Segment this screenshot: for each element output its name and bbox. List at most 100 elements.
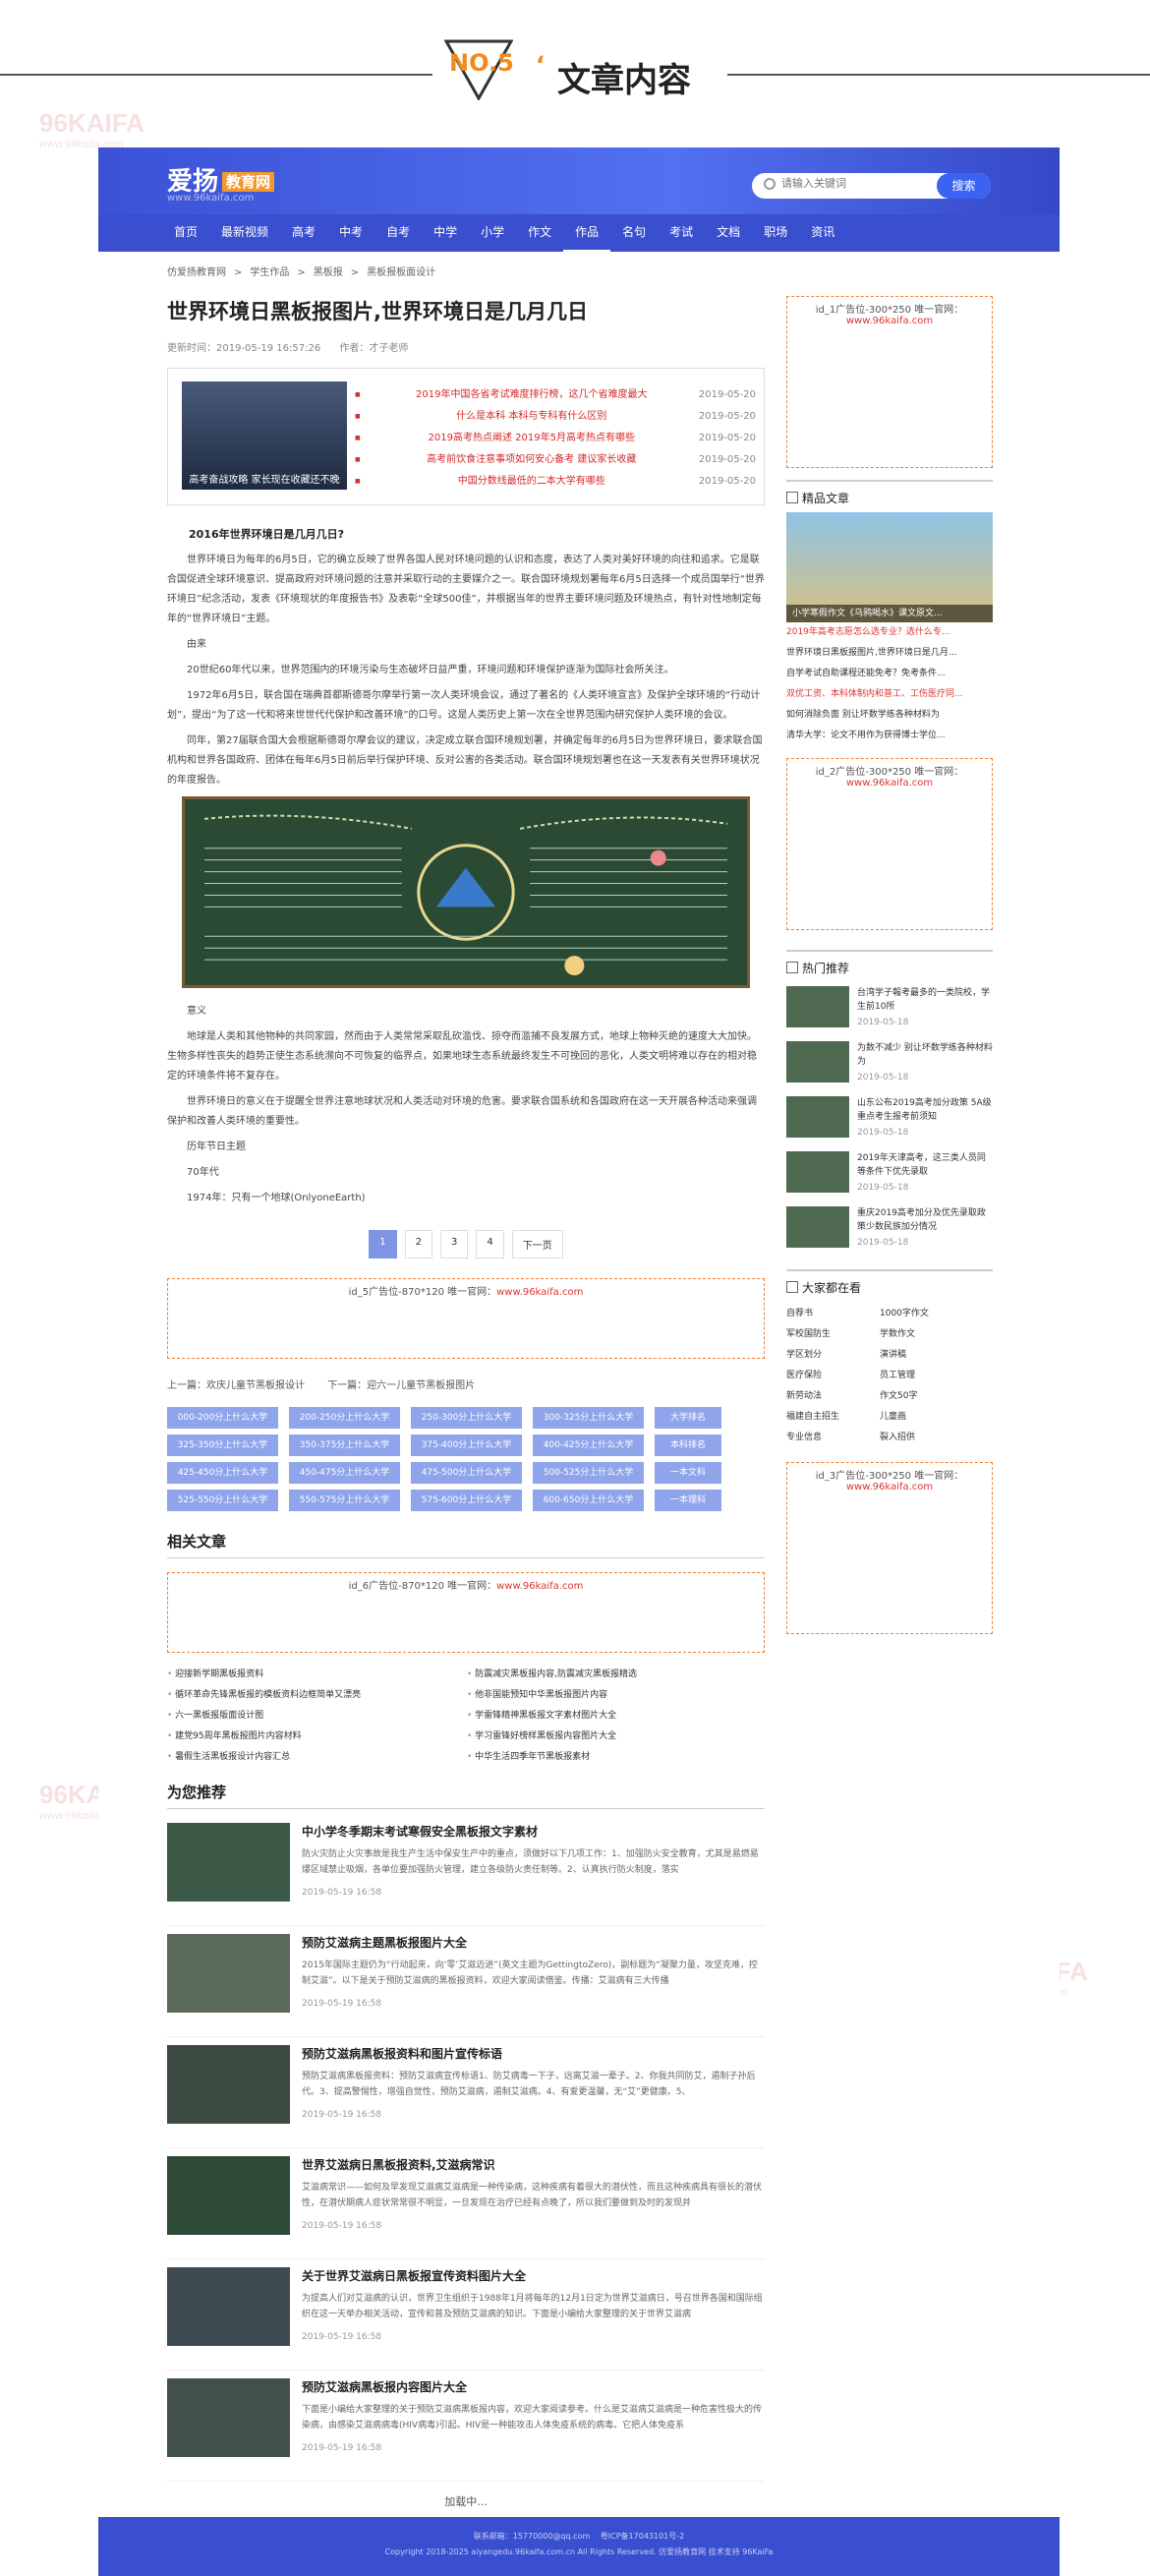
- related-link[interactable]: 迎接新学期黑板报资料: [167, 1667, 467, 1679]
- popular-link[interactable]: 1000字作文: [880, 1304, 993, 1324]
- recommend-item[interactable]: 预防艾滋病黑板报内容图片大全 下面是小编给大家整理的关于预防艾滋病黑板报内容，欢迎…: [167, 2371, 765, 2482]
- ad-slot-2[interactable]: id_2广告位-300*250 唯一官网： www.96kaifa.com: [786, 758, 993, 930]
- next-article-link[interactable]: 下一篇：迎六一儿童节黑板报图片: [327, 1380, 475, 1391]
- popular-link[interactable]: 演讲稿: [880, 1345, 993, 1366]
- related-link[interactable]: 学习雷锋好榜样黑板报内容图片大全: [467, 1728, 767, 1741]
- score-grid-link[interactable]: 400-425分上什么大学: [533, 1434, 644, 1456]
- related-thumbnail[interactable]: 高考奋战攻略 家长现在收藏还不晚: [182, 381, 347, 490]
- featured-item[interactable]: 清华大学：论文不用作为获得博士学位...: [786, 726, 993, 746]
- related-item-title[interactable]: 中国分数线最低的二本大学有哪些: [458, 471, 605, 493]
- nav-item[interactable]: 自考: [374, 214, 422, 252]
- score-grid-link[interactable]: 本科排名: [655, 1434, 721, 1456]
- featured-item[interactable]: 双优工资、本科体制内和普工、工伤医疗同...: [786, 684, 993, 705]
- related-link[interactable]: 他非国能预知中华黑板报图片内容: [467, 1687, 767, 1700]
- score-grid-link[interactable]: 550-575分上什么大学: [289, 1490, 400, 1511]
- hot-title[interactable]: 山东公布2019高考加分政策 5A级重点考生报考前须知: [857, 1096, 993, 1124]
- related-item[interactable]: 2019高考热点阐述 2019年5月高考热点有哪些 2019-05-20: [355, 428, 756, 449]
- recommend-thumbnail[interactable]: [167, 1934, 290, 2013]
- recommend-item[interactable]: 预防艾滋病主题黑板报图片大全 2015年国际主题仍为“行动起来，向‘零’艾滋迈进”…: [167, 1926, 765, 2037]
- breadcrumb-item[interactable]: 黑板报板面设计: [367, 267, 435, 278]
- popular-link[interactable]: 自荐书: [786, 1304, 880, 1324]
- popular-link[interactable]: 专业信息: [786, 1428, 880, 1448]
- recommend-title[interactable]: 预防艾滋病黑板报内容图片大全: [302, 2378, 467, 2395]
- score-grid-link[interactable]: 450-475分上什么大学: [289, 1462, 400, 1484]
- page-link[interactable]: 3: [440, 1230, 469, 1259]
- popular-link[interactable]: 学区划分: [786, 1345, 880, 1366]
- related-item[interactable]: 什么是本科 本科与专科有什么区别 2019-05-20: [355, 406, 756, 428]
- recommend-item[interactable]: 关于世界艾滋病日黑板报宣传资料图片大全 为提高人们对艾滋病的认识，世界卫生组织于1…: [167, 2259, 765, 2371]
- hot-item[interactable]: 2019年天津高考，这三类人员同等条件下优先录取 2019-05-18: [786, 1147, 993, 1202]
- hot-title[interactable]: 2019年天津高考，这三类人员同等条件下优先录取: [857, 1151, 993, 1179]
- related-link[interactable]: 循环革命先锋黑板报的模板资料边框简单又漂亮: [167, 1687, 467, 1700]
- popular-link[interactable]: 儿童画: [880, 1407, 993, 1428]
- ad-slot-5[interactable]: id_5广告位-870*120 唯一官网：www.96kaifa.com: [167, 1278, 765, 1359]
- nav-item[interactable]: 名句: [610, 214, 658, 252]
- nav-item[interactable]: 考试: [658, 214, 705, 252]
- breadcrumb-item[interactable]: 仿爱扬教育网: [167, 267, 226, 278]
- hot-thumbnail[interactable]: [786, 1151, 849, 1193]
- recommend-item[interactable]: 世界艾滋病日黑板报资料,艾滋病常识 艾滋病常识——如何及早发现艾滋病艾滋病是一种传…: [167, 2148, 765, 2259]
- popular-link[interactable]: 裂入招供: [880, 1428, 993, 1448]
- score-grid-link[interactable]: 425-450分上什么大学: [167, 1462, 278, 1484]
- score-grid-link[interactable]: 一本理科: [655, 1490, 721, 1511]
- nav-item[interactable]: 首页: [162, 214, 209, 252]
- related-item[interactable]: 中国分数线最低的二本大学有哪些 2019-05-20: [355, 471, 756, 493]
- search-button[interactable]: 搜索: [937, 173, 991, 199]
- related-item-title[interactable]: 2019年中国各省考试难度排行榜，这几个省难度最大: [416, 384, 647, 406]
- related-item-title[interactable]: 2019高考热点阐述 2019年5月高考热点有哪些: [429, 428, 635, 449]
- hot-thumbnail[interactable]: [786, 986, 849, 1027]
- page-link[interactable]: 1: [369, 1230, 397, 1259]
- hot-item[interactable]: 台湾学子報考最多的一类院校，学生前10所 2019-05-18: [786, 982, 993, 1037]
- featured-item[interactable]: 世界环境日黑板报图片,世界环境日是几月...: [786, 643, 993, 664]
- nav-item[interactable]: 作文: [516, 214, 563, 252]
- score-grid-link[interactable]: 575-600分上什么大学: [411, 1490, 522, 1511]
- hot-item[interactable]: 为数不减少 别让坏数学练各种材料为 2019-05-18: [786, 1037, 993, 1092]
- popular-link[interactable]: 员工管理: [880, 1366, 993, 1386]
- breadcrumb-item[interactable]: 黑板报: [314, 267, 343, 278]
- ad-slot-6[interactable]: id_6广告位-870*120 唯一官网：www.96kaifa.com: [167, 1572, 765, 1653]
- popular-link[interactable]: 学数作文: [880, 1324, 993, 1345]
- nav-item[interactable]: 资讯: [799, 214, 846, 252]
- load-more[interactable]: 加载中...: [167, 2493, 765, 2509]
- ad-slot-1[interactable]: id_1广告位-300*250 唯一官网： www.96kaifa.com: [786, 296, 993, 468]
- hot-title[interactable]: 台湾学子報考最多的一类院校，学生前10所: [857, 986, 993, 1014]
- page-link[interactable]: 4: [476, 1230, 504, 1259]
- recommend-thumbnail[interactable]: [167, 2156, 290, 2235]
- popular-link[interactable]: 作文50字: [880, 1386, 993, 1407]
- nav-item[interactable]: 作品: [563, 214, 611, 252]
- nav-item[interactable]: 中考: [327, 214, 374, 252]
- featured-item[interactable]: 如何消除负面 别让坏数学练各种材料为: [786, 705, 993, 726]
- hot-title[interactable]: 重庆2019高考加分及优先录取政策少数民族加分情况: [857, 1206, 993, 1234]
- recommend-thumbnail[interactable]: [167, 2267, 290, 2346]
- related-link[interactable]: 暑假生活黑板报设计内容汇总: [167, 1749, 467, 1762]
- page-link[interactable]: 下一页: [511, 1230, 563, 1259]
- score-grid-link[interactable]: 475-500分上什么大学: [411, 1462, 522, 1484]
- recommend-title[interactable]: 预防艾滋病主题黑板报图片大全: [302, 1934, 467, 1951]
- featured-item[interactable]: 自学考试自助课程还能免考？免考条件...: [786, 664, 993, 684]
- recommend-title[interactable]: 世界艾滋病日黑板报资料,艾滋病常识: [302, 2156, 495, 2173]
- score-grid-link[interactable]: 000-200分上什么大学: [167, 1407, 278, 1429]
- related-item[interactable]: 高考前饮食注意事项如何安心备考 建议家长收藏 2019-05-20: [355, 449, 756, 471]
- score-grid-link[interactable]: 300-325分上什么大学: [533, 1407, 644, 1429]
- score-grid-link[interactable]: 600-650分上什么大学: [533, 1490, 644, 1511]
- related-link[interactable]: 学雷锋精神黑板报文字素材图片大全: [467, 1708, 767, 1721]
- related-item-title[interactable]: 什么是本科 本科与专科有什么区别: [456, 406, 606, 428]
- recommend-thumbnail[interactable]: [167, 2045, 290, 2124]
- prev-article-link[interactable]: 上一篇：欢庆儿童节黑板报设计: [167, 1380, 305, 1391]
- popular-link[interactable]: 军校国防生: [786, 1324, 880, 1345]
- hot-thumbnail[interactable]: [786, 1096, 849, 1138]
- page-link[interactable]: 2: [404, 1230, 432, 1259]
- recommend-thumbnail[interactable]: [167, 2378, 290, 2457]
- breadcrumb-item[interactable]: 学生作品: [250, 267, 289, 278]
- score-grid-link[interactable]: 325-350分上什么大学: [167, 1434, 278, 1456]
- score-grid-link[interactable]: 200-250分上什么大学: [289, 1407, 400, 1429]
- score-grid-link[interactable]: 大学排名: [655, 1407, 721, 1429]
- score-grid-link[interactable]: 350-375分上什么大学: [289, 1434, 400, 1456]
- popular-link[interactable]: 福建自主招生: [786, 1407, 880, 1428]
- hot-item[interactable]: 重庆2019高考加分及优先录取政策少数民族加分情况 2019-05-18: [786, 1202, 993, 1258]
- related-item-title[interactable]: 高考前饮食注意事项如何安心备考 建议家长收藏: [427, 449, 636, 471]
- recommend-title[interactable]: 关于世界艾滋病日黑板报宣传资料图片大全: [302, 2267, 526, 2284]
- score-grid-link[interactable]: 一本文科: [655, 1462, 721, 1484]
- popular-link[interactable]: 新劳动法: [786, 1386, 880, 1407]
- score-grid-link[interactable]: 375-400分上什么大学: [411, 1434, 522, 1456]
